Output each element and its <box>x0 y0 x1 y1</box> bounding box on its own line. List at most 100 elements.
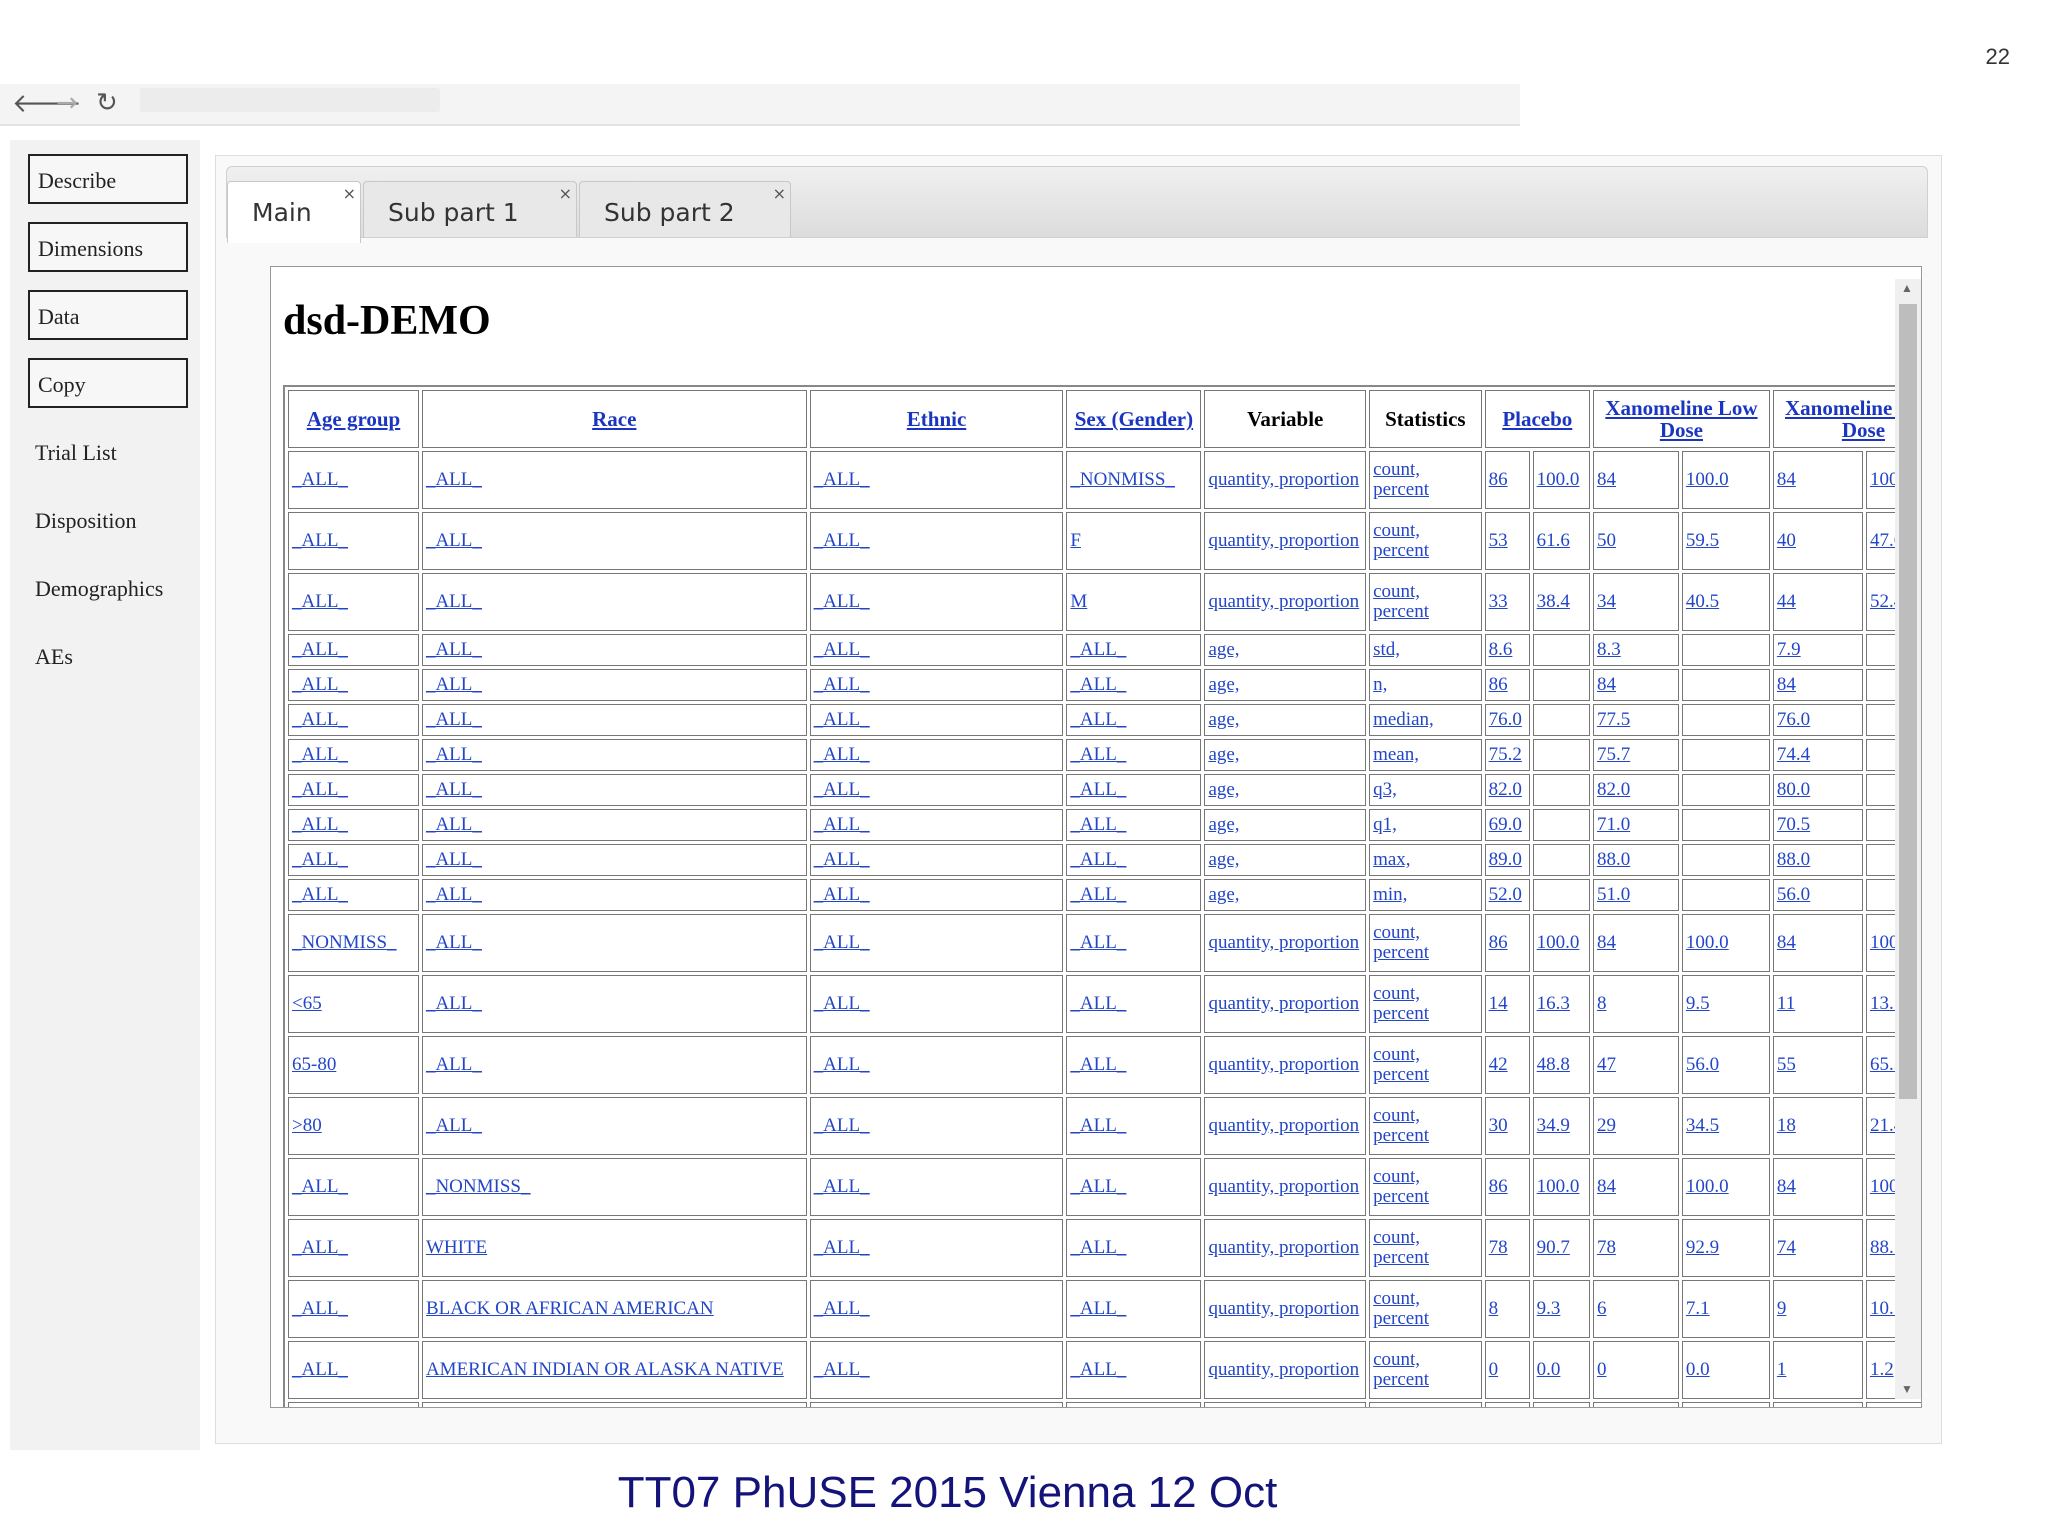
table-cell[interactable]: 56.0 <box>1681 1036 1770 1094</box>
table-cell[interactable]: _ALL_ <box>288 844 419 876</box>
table-cell[interactable]: 16.3 <box>1532 975 1590 1033</box>
trial-list-link[interactable]: Trial List <box>35 440 117 466</box>
dimensions-button[interactable]: Dimensions <box>28 222 188 272</box>
table-cell[interactable]: 0.0 <box>1681 1341 1770 1399</box>
table-cell[interactable]: _ALL_ <box>1066 1280 1202 1338</box>
table-cell[interactable]: 71.0 <box>1592 809 1679 841</box>
table-cell[interactable]: count, percent <box>1369 573 1482 631</box>
table-cell[interactable]: 90.7 <box>1532 1219 1590 1277</box>
table-cell[interactable]: _ALL_ <box>288 704 419 736</box>
table-cell[interactable]: q3, <box>1369 774 1482 806</box>
table-cell[interactable]: quantity, proportion <box>1204 1219 1367 1277</box>
table-cell[interactable]: _ALL_ <box>421 914 807 972</box>
table-cell[interactable]: _NONMISS_ <box>1066 451 1202 509</box>
vertical-scrollbar[interactable]: ▲ ▼ <box>1895 279 1921 1399</box>
table-cell[interactable]: 100.0 <box>1681 1158 1770 1216</box>
table-cell[interactable]: 69.0 <box>1484 809 1530 841</box>
table-cell[interactable]: _ALL_ <box>1066 1402 1202 1407</box>
table-cell[interactable]: median, <box>1369 704 1482 736</box>
table-cell[interactable]: _ALL_ <box>809 1219 1064 1277</box>
table-cell[interactable]: _ALL_ <box>809 1158 1064 1216</box>
table-cell[interactable]: _ALL_ <box>421 669 807 701</box>
table-cell[interactable]: 59.5 <box>1681 512 1770 570</box>
table-cell[interactable]: _ALL_ <box>809 774 1064 806</box>
table-cell[interactable]: _ALL_ <box>288 1402 419 1407</box>
table-cell[interactable]: quantity, proportion <box>1204 512 1367 570</box>
table-cell[interactable]: 9 <box>1772 1280 1863 1338</box>
tab-main[interactable]: Main × <box>227 181 361 243</box>
table-cell[interactable]: <65 <box>288 975 419 1033</box>
table-cell[interactable]: std <box>1369 1402 1482 1407</box>
table-cell[interactable]: 50 <box>1592 512 1679 570</box>
table-cell[interactable]: _ALL_ <box>809 1280 1064 1338</box>
table-cell[interactable]: 53 <box>1484 512 1530 570</box>
table-cell[interactable]: 84 <box>1772 914 1863 972</box>
table-cell[interactable]: _ALL_ <box>421 844 807 876</box>
table-cell[interactable]: 48.8 <box>1532 1036 1590 1094</box>
table-cell[interactable]: _ALL_ <box>421 774 807 806</box>
table-cell[interactable]: 17.8 <box>1484 1402 1530 1407</box>
table-cell[interactable]: 74.4 <box>1772 739 1863 771</box>
table-cell[interactable]: _ALL_ <box>1066 1036 1202 1094</box>
table-cell[interactable]: _ALL_ <box>809 809 1064 841</box>
table-cell[interactable]: 30 <box>1484 1097 1530 1155</box>
table-cell[interactable]: quantity, proportion <box>1204 1158 1367 1216</box>
table-cell[interactable]: count, percent <box>1369 1219 1482 1277</box>
table-cell[interactable]: quantity, proportion <box>1204 1036 1367 1094</box>
table-cell[interactable]: quantity, proportion <box>1204 451 1367 509</box>
table-cell[interactable]: 92.9 <box>1681 1219 1770 1277</box>
table-cell[interactable]: 34.9 <box>1532 1097 1590 1155</box>
table-cell[interactable]: age, <box>1204 669 1367 701</box>
table-cell[interactable]: 8 <box>1484 1280 1530 1338</box>
table-cell[interactable]: _ALL_ <box>809 573 1064 631</box>
table-cell[interactable]: _ALL_ <box>1066 1219 1202 1277</box>
table-cell[interactable]: 86 <box>1484 1158 1530 1216</box>
table-cell[interactable]: _ALL_ <box>288 512 419 570</box>
table-cell[interactable]: 84 <box>1772 1158 1863 1216</box>
table-cell[interactable]: 55 <box>1772 1036 1863 1094</box>
table-cell[interactable]: _ALL_ <box>288 1341 419 1399</box>
table-cell[interactable]: 51.0 <box>1592 879 1679 911</box>
table-cell[interactable]: 75.7 <box>1592 739 1679 771</box>
table-cell[interactable]: _ALL_ <box>1066 739 1202 771</box>
table-cell[interactable]: _ALL_ <box>1066 774 1202 806</box>
table-cell[interactable]: 84 <box>1592 451 1679 509</box>
table-cell[interactable]: max, <box>1369 844 1482 876</box>
describe-button[interactable]: Describe <box>28 154 188 204</box>
table-cell[interactable]: age, <box>1204 634 1367 666</box>
table-cell[interactable]: M <box>1066 573 1202 631</box>
table-cell[interactable]: 8.3 <box>1592 634 1679 666</box>
table-cell[interactable]: weight <box>1204 1402 1367 1407</box>
table-cell[interactable]: 100.0 <box>1532 1158 1590 1216</box>
table-cell[interactable]: count, percent <box>1369 914 1482 972</box>
table-cell[interactable]: _ALL_ <box>1066 634 1202 666</box>
column-header-placebo[interactable]: Placebo <box>1484 390 1590 448</box>
table-cell[interactable]: age, <box>1204 774 1367 806</box>
table-cell[interactable]: 100.0 <box>1532 451 1590 509</box>
close-icon[interactable]: × <box>773 184 786 203</box>
table-cell[interactable]: 88.0 <box>1592 844 1679 876</box>
table-cell[interactable]: 100.0 <box>1681 451 1770 509</box>
table-cell[interactable]: quantity, proportion <box>1204 1280 1367 1338</box>
table-cell[interactable]: count, percent <box>1369 975 1482 1033</box>
table-cell[interactable]: _ALL_ <box>809 634 1064 666</box>
table-cell[interactable]: _ALL_ <box>421 704 807 736</box>
table-cell[interactable]: _ALL_ <box>288 634 419 666</box>
table-cell[interactable]: mean, <box>1369 739 1482 771</box>
table-cell[interactable]: _ALL_ <box>809 844 1064 876</box>
table-cell[interactable]: _ALL_ <box>809 1402 1064 1407</box>
table-cell[interactable]: 84 <box>1592 1158 1679 1216</box>
table-cell[interactable]: _ALL_ <box>288 879 419 911</box>
table-cell[interactable]: 76.0 <box>1772 704 1863 736</box>
table-cell[interactable]: quantity, proportion <box>1204 1341 1367 1399</box>
table-cell[interactable]: _ALL_ <box>809 704 1064 736</box>
column-header-race[interactable]: Race <box>421 390 807 448</box>
table-cell[interactable]: 65-80 <box>288 1036 419 1094</box>
table-cell[interactable]: 7.1 <box>1681 1280 1770 1338</box>
table-cell[interactable]: _ALL_ <box>288 573 419 631</box>
table-cell[interactable]: quantity, proportion <box>1204 914 1367 972</box>
table-cell[interactable]: 78 <box>1484 1219 1530 1277</box>
table-cell[interactable]: _ALL_ <box>1066 879 1202 911</box>
table-cell[interactable]: 84 <box>1592 914 1679 972</box>
scrollbar-thumb[interactable] <box>1899 304 1917 1099</box>
